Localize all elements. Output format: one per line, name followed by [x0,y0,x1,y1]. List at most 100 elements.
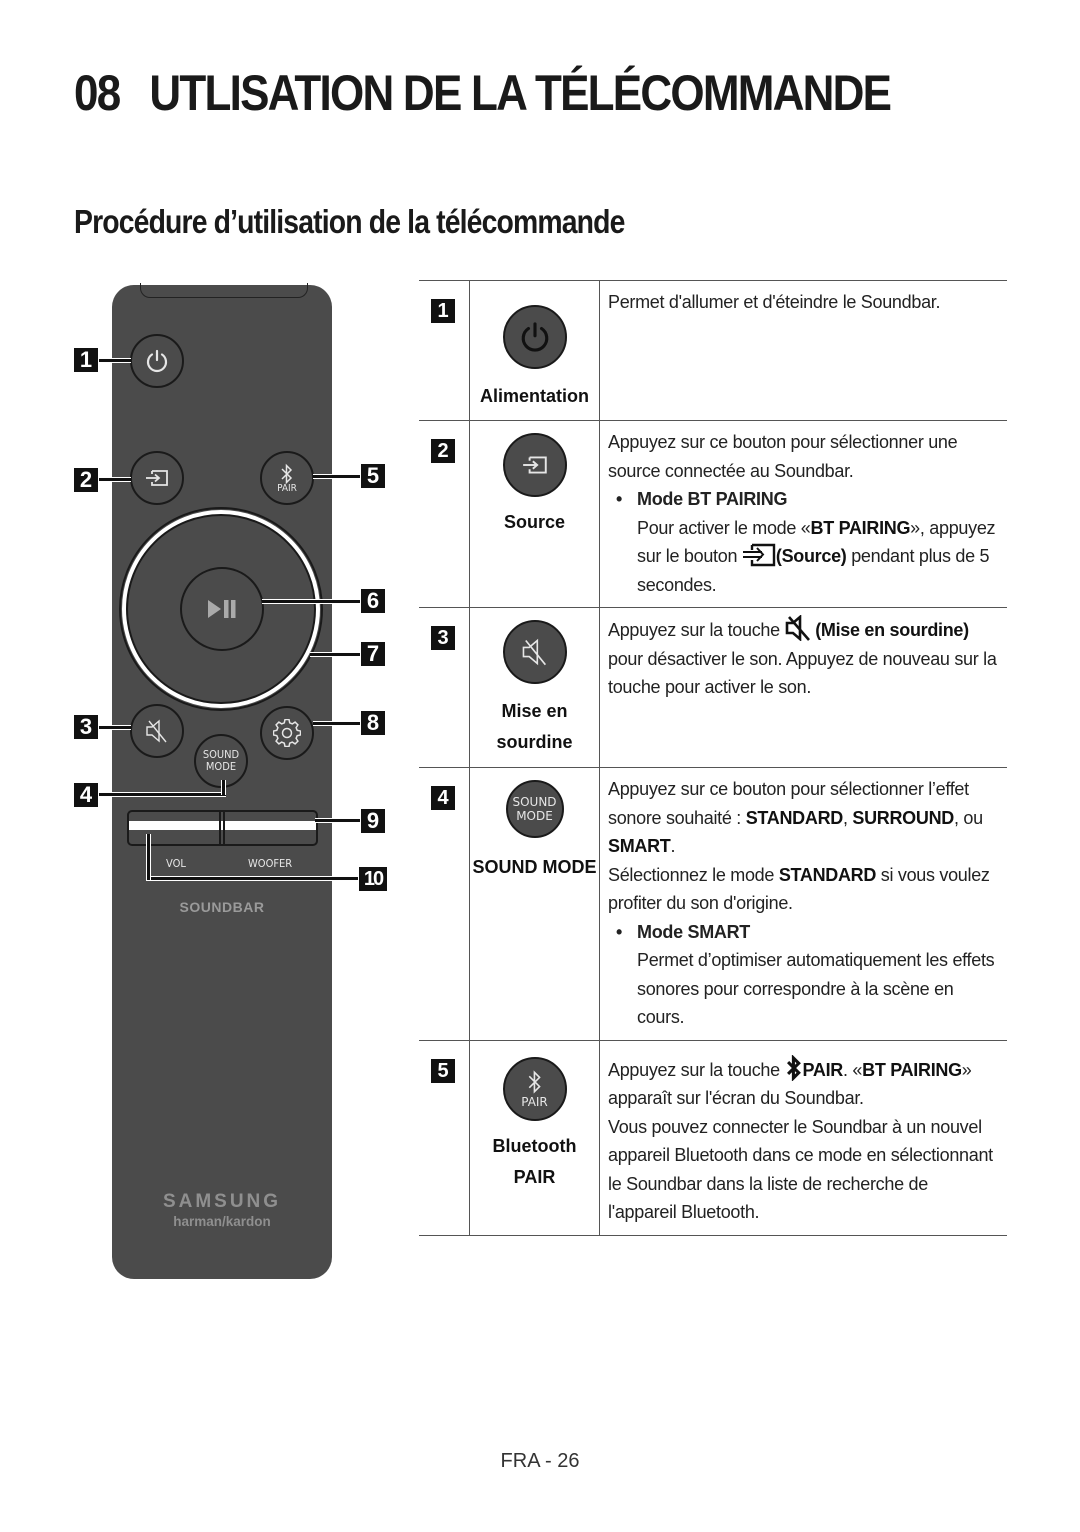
row-description-intro: Appuyez sur ce bouton pour sélectionner … [608,775,999,861]
bluetooth-icon [786,1054,801,1081]
sound-mode-line2: MODE [205,760,237,773]
rocker-divider [219,810,225,846]
callout-6: 6 [360,588,386,614]
callout-7: 7 [360,641,386,667]
mute-icon [785,615,810,641]
leader-7 [310,652,360,657]
text: pour désactiver le son. Appuyez de nouve… [608,648,997,698]
leader-4 [99,792,226,797]
row-label: Source [503,512,566,532]
leader-10 [146,876,358,881]
callout-3: 3 [73,714,99,740]
row-description: Permet d'allumer et d'éteindre le Soundb… [608,292,941,312]
text: Pour activer le mode « [637,517,811,538]
row-number-badge: 5 [431,1058,455,1083]
leader-1 [99,358,131,363]
callout-5: 5 [360,463,386,489]
remote-bt-pair-button: PAIR [260,451,314,505]
leader-3 [99,725,131,730]
bold-text: BT PAIRING [862,1059,962,1080]
bold-text: BT PAIRING [810,517,911,538]
vol-label: VOL [166,857,186,870]
source-icon [742,543,776,567]
bold-text: PAIR [802,1059,844,1080]
row-description-intro: Appuyez sur ce bouton pour sélectionner … [608,432,958,481]
mute-button-image [502,620,567,684]
callout-10: 10 [358,866,388,892]
callout-2: 2 [73,467,99,493]
text: Appuyez sur la touche [608,1059,785,1080]
text: , [842,807,853,828]
power-button-image [502,305,567,369]
page-number: FRA - 26 [500,1450,580,1472]
text: Appuyez sur la touche [608,620,785,640]
table-row: 4 SOUND MODE SOUND MODE Appuyez sur ce b… [419,767,1007,1041]
bold-text: (Source) [775,546,847,566]
leader-4-vertical [221,780,226,795]
woofer-label: WOOFER [248,857,293,870]
remote-mute-button [130,704,184,758]
power-icon [146,349,168,373]
chapter-title: 08 UTLISATION DE LA TÉLÉCOMMANDE [74,64,892,122]
leader-9 [315,818,360,823]
table-row: 2 Source Appuyez sur ce bouton pour séle… [419,420,1007,608]
icon-text-line2: MODE [516,809,553,823]
button-description-table: 1 Alimentation Permet d'allumer et d'éte… [419,280,1007,1236]
row-number-badge: 3 [431,626,455,650]
remote-power-button [130,334,184,388]
table-row: 1 Alimentation Permet d'allumer et d'éte… [419,280,1007,421]
text: . « [843,1059,863,1080]
icon-text-line1: SOUND [512,795,557,809]
row-label-line1: Mise en [501,701,568,721]
row-description-intro: Appuyez sur la touche PAIR. «BT PAIRING»… [608,1054,999,1113]
leader-8 [313,721,360,726]
remote-top-slot [140,283,308,298]
bold-text: SMART [608,836,671,856]
row-description-detail: Vous pouvez connecter le Soundbar à un n… [608,1116,993,1223]
bluetooth-icon [281,463,293,484]
bold-text: (Mise en sourdine) [815,620,969,640]
bt-pair-button-image: PAIR [502,1056,567,1121]
text: . [670,836,676,856]
samsung-logo: SAMSUNG [162,1191,282,1212]
leader-10-vertical [146,834,151,880]
row-number-badge: 4 [431,786,455,810]
table-row: 3 Mise en sourdine Appuyez sur la touche… [419,607,1007,768]
mute-icon [146,719,167,743]
bold-text: STANDARD [778,864,877,885]
text: , ou [953,807,983,828]
harman-kardon-logo: harman/kardon [173,1214,271,1229]
leader-5 [313,474,360,479]
power-icon [521,322,548,352]
text: Sélectionnez le mode [608,864,779,885]
callout-9: 9 [360,808,386,834]
bullet-title: Mode BT PAIRING [608,485,999,514]
remote-play-pause-button [180,567,264,651]
remote-settings-button [260,706,314,760]
source-icon [522,456,547,474]
icon-text: PAIR [521,1094,548,1109]
sound-mode-button-image: SOUND MODE [505,780,564,838]
row-number-badge: 2 [431,439,455,463]
remote-source-button [130,451,184,505]
row-label-line2: PAIR [513,1166,556,1187]
bold-text: SURROUND [852,807,954,828]
callout-8: 8 [360,710,386,736]
section-title: Procédure d’utilisation de la télécomman… [74,203,625,240]
bluetooth-icon [528,1069,541,1094]
chapter-number: 08 [74,65,121,121]
pair-label: PAIR [277,482,297,494]
bullet-text: Permet d’optimiser automatiquement les e… [637,950,995,1027]
row-label-line1: Bluetooth [492,1135,577,1156]
row-label: Alimentation [479,386,589,406]
soundbar-label: SOUNDBAR [179,899,265,915]
source-icon [146,470,168,486]
bullet-title: Mode SMART [608,918,999,947]
leader-6 [262,599,360,604]
leader-2 [99,477,131,482]
mute-icon [522,638,546,666]
callout-4: 4 [73,782,99,808]
row-description-standard: Sélectionnez le mode STANDARD si vous vo… [608,861,999,918]
settings-icon [273,719,301,747]
callout-1: 1 [73,347,99,373]
